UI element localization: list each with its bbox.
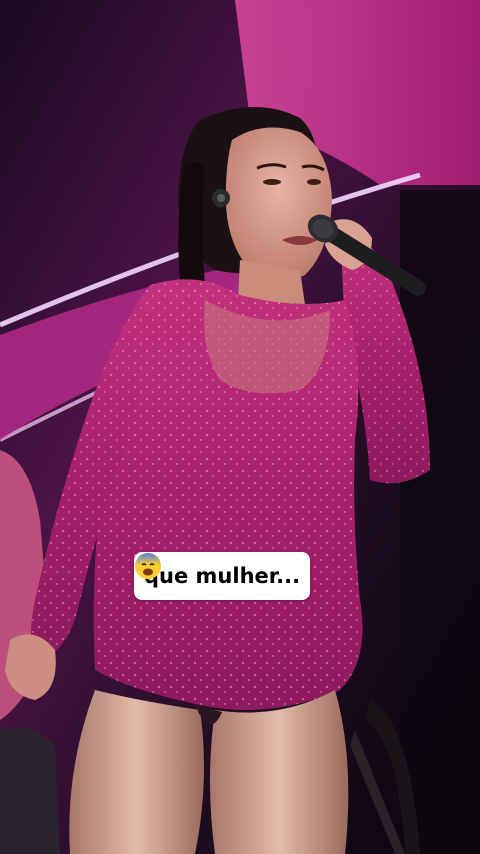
anxious-sweat-emoji-icon <box>135 553 161 579</box>
performer-photo <box>0 0 480 854</box>
story-photo: que mulher... <box>0 0 480 854</box>
caption-text: que mulher... <box>144 564 301 588</box>
story-caption-sticker: que mulher... <box>134 552 311 600</box>
